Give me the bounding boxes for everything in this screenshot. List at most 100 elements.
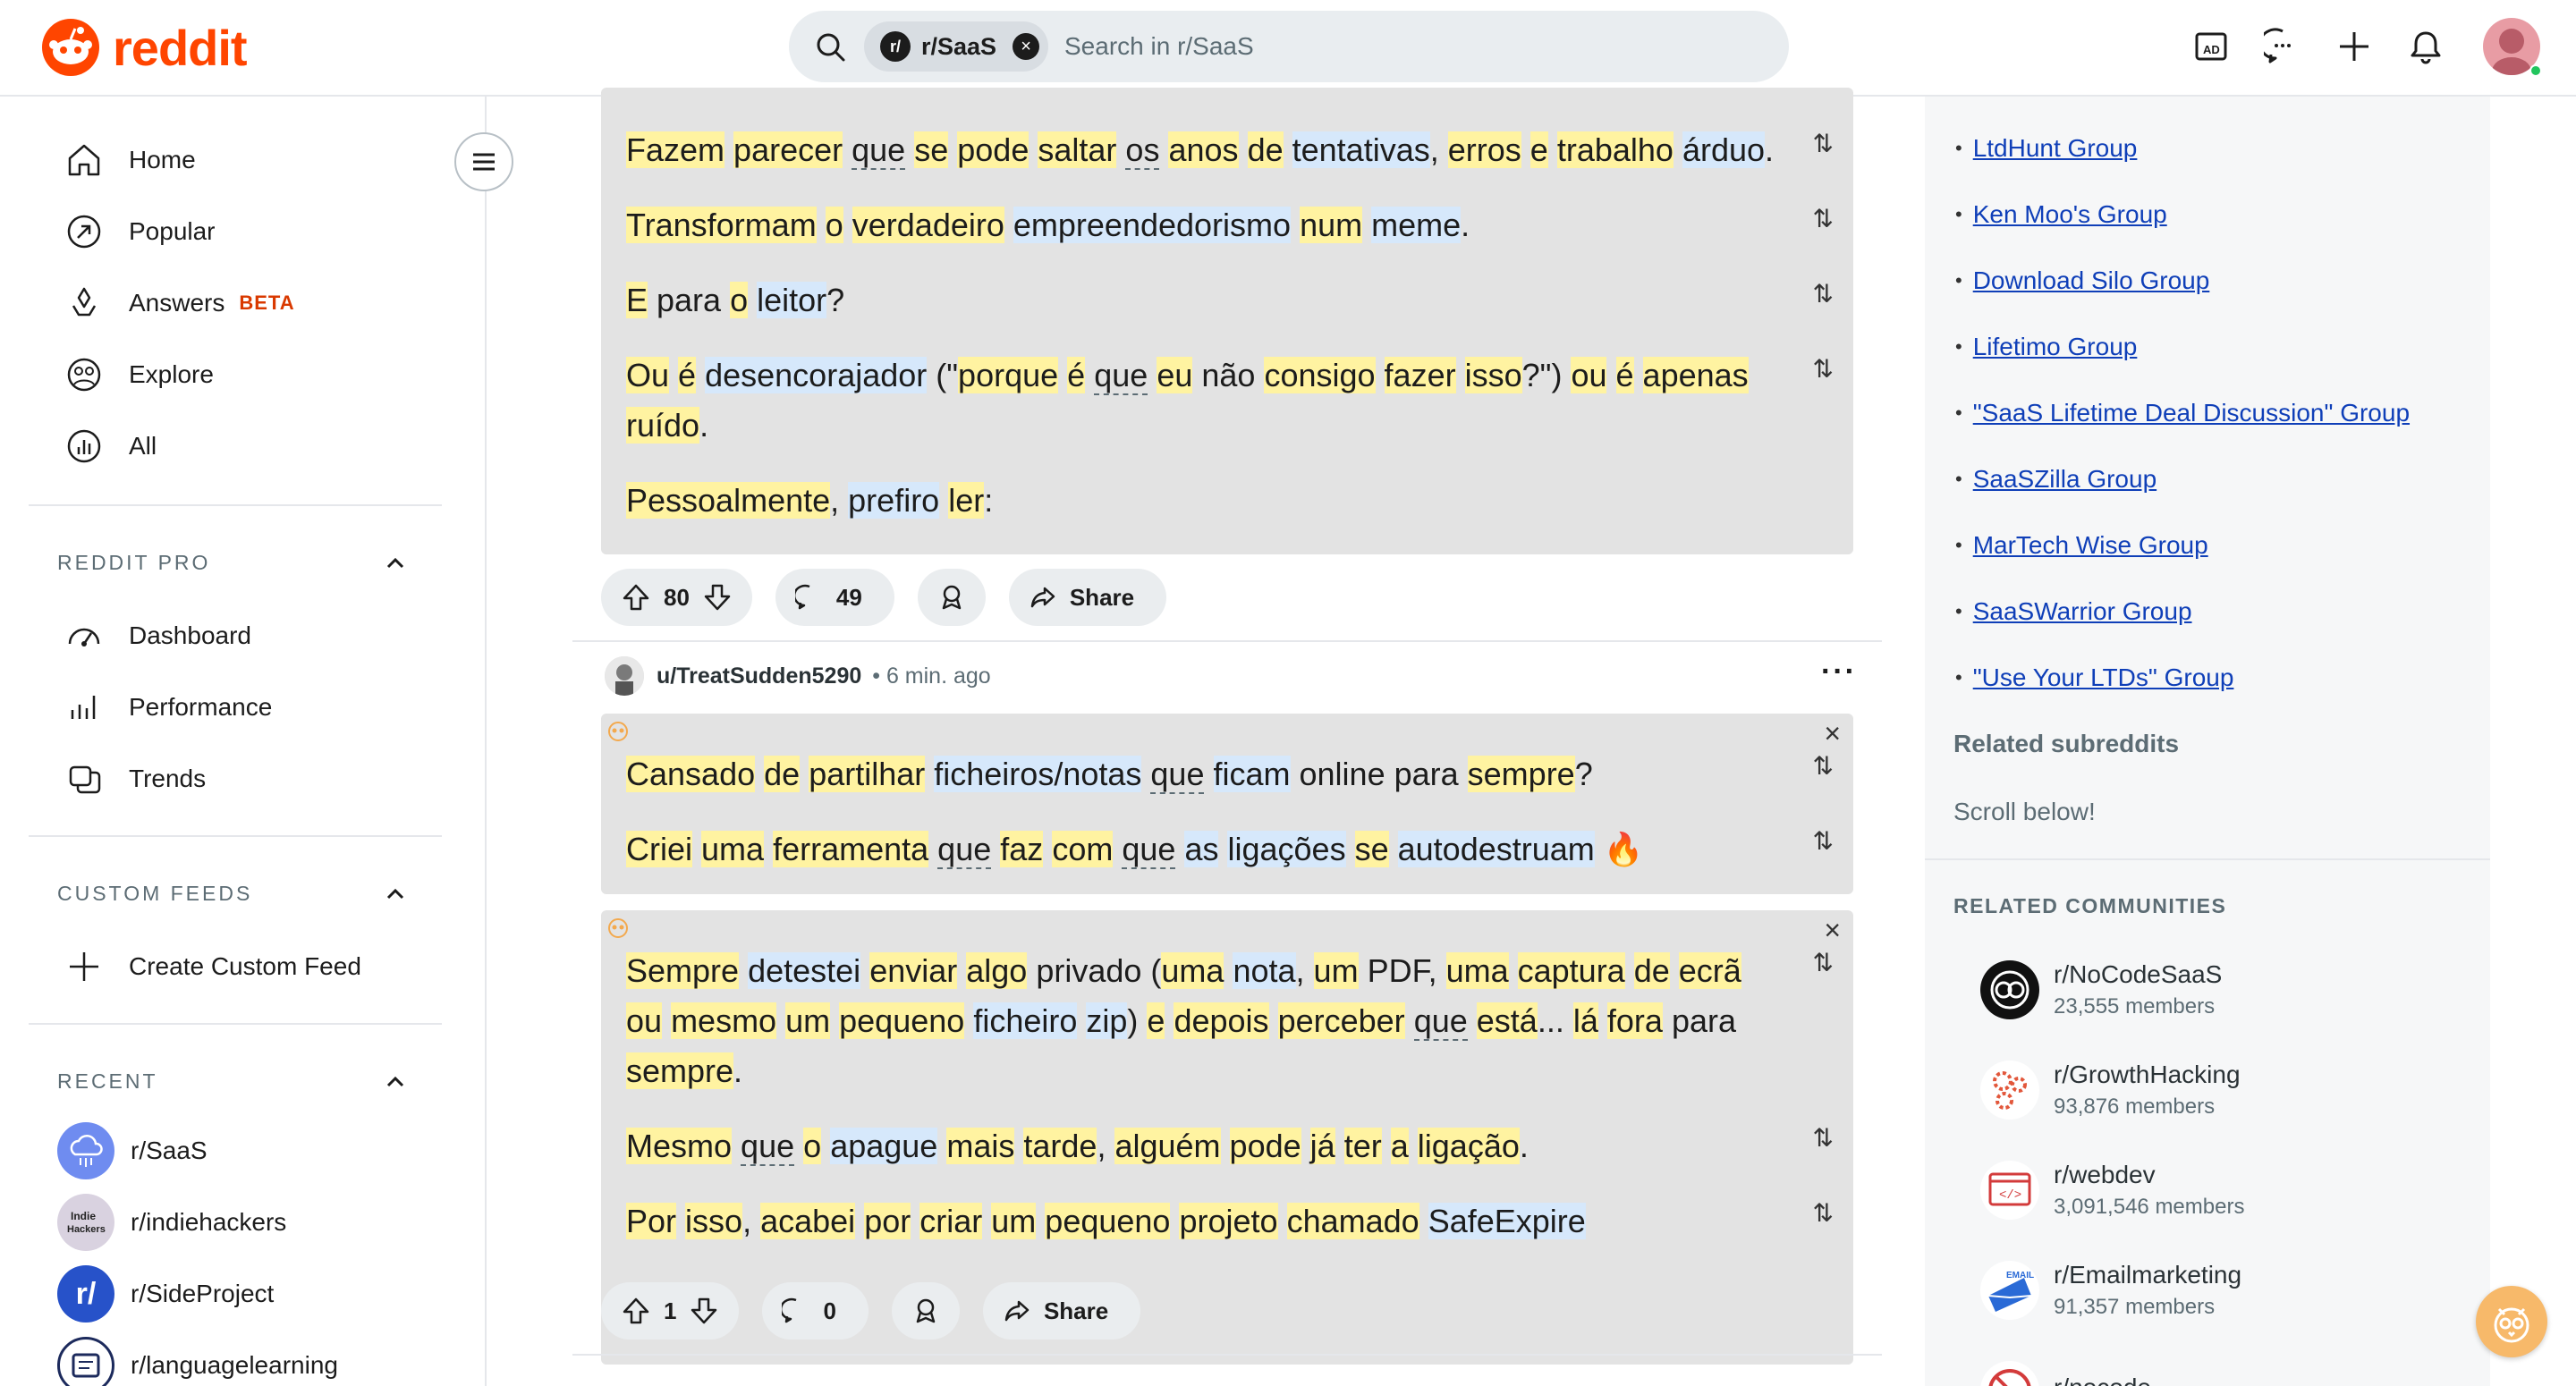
swap-icon[interactable]: ⇅ (1813, 751, 1834, 781)
swap-icon[interactable]: ⇅ (1813, 826, 1834, 856)
group-link[interactable]: • Download Silo Group (1955, 266, 2209, 295)
upvote-icon[interactable] (621, 582, 651, 613)
search-input[interactable]: Search in r/SaaS (1064, 32, 1254, 61)
community-item[interactable]: r/nocode (1980, 1361, 2151, 1386)
group-link-text[interactable]: SaaSWarrior Group (1973, 597, 2192, 626)
reddit-logo[interactable]: reddit (41, 18, 248, 77)
recent-languagelearning[interactable]: r/languagelearning (57, 1336, 338, 1386)
nav-all[interactable]: All (63, 424, 157, 469)
text-separator: (" (927, 357, 959, 393)
group-link-text[interactable]: "SaaS Lifetime Deal Discussion" Group (1973, 399, 2410, 427)
comments-button[interactable]: 0 (762, 1282, 869, 1340)
text-separator (1625, 952, 1634, 989)
text-separator (1405, 1002, 1414, 1039)
text-separator (1029, 131, 1038, 168)
group-link-text[interactable]: SaaSZilla Group (1973, 465, 2157, 494)
notifications-icon[interactable] (2402, 23, 2449, 70)
post-text-line: Por isso, acabei por criar um pequeno pr… (626, 1196, 1586, 1247)
translated-word: ecrã (1678, 952, 1741, 989)
group-link[interactable]: • Ken Moo's Group (1955, 200, 2167, 229)
group-link-text[interactable]: Download Silo Group (1973, 266, 2210, 295)
swap-icon[interactable]: ⇅ (1813, 279, 1834, 308)
award-button[interactable] (917, 569, 986, 626)
group-link-text[interactable]: Lifetimo Group (1973, 333, 2138, 361)
community-item[interactable]: r/NoCodeSaaS 23,555 members (1980, 960, 2222, 1019)
text-separator: 🔥 (1594, 831, 1644, 867)
chevron-up-icon[interactable] (383, 882, 408, 907)
text-separator (937, 1128, 946, 1164)
downvote-icon[interactable] (689, 1296, 719, 1326)
owl-icon (2494, 1307, 2529, 1343)
swap-icon[interactable]: ⇅ (1813, 1198, 1834, 1228)
group-link[interactable]: • LtdHunt Group (1955, 134, 2137, 163)
swap-icon[interactable]: ⇅ (1813, 204, 1834, 233)
nav-home-label: Home (129, 146, 196, 173)
comments-button[interactable]: 49 (775, 569, 894, 626)
community-item[interactable]: </> r/webdev 3,091,546 members (1980, 1161, 2244, 1220)
swap-icon[interactable]: ⇅ (1813, 354, 1834, 384)
swap-icon[interactable]: ⇅ (1813, 1123, 1834, 1153)
bullet: • (1955, 203, 1962, 225)
translated-word: árduo (1682, 131, 1766, 168)
share-button[interactable]: Share (982, 1282, 1141, 1340)
nav-popular[interactable]: Popular (63, 209, 216, 254)
group-link-text[interactable]: "Use Your LTDs" Group (1973, 663, 2234, 692)
nav-home[interactable]: Home (63, 138, 196, 182)
recent-sideproject-label: r/SideProject (131, 1280, 275, 1307)
group-link[interactable]: • SaaSWarrior Group (1955, 597, 2192, 626)
translated-word: ruído (626, 407, 700, 444)
close-icon[interactable]: × (1013, 33, 1040, 60)
community-item[interactable]: r/GrowthHacking 93,876 members (1980, 1061, 2241, 1120)
downvote-icon[interactable] (702, 582, 733, 613)
search-bar[interactable]: r/ r/SaaS × Search in r/SaaS (789, 11, 1789, 82)
post-separator (572, 640, 1882, 642)
share-button[interactable]: Share (1008, 569, 1167, 626)
recent-indiehackers[interactable]: Indie Hackers r/indiehackers (57, 1193, 286, 1252)
group-link[interactable]: • "Use Your LTDs" Group (1955, 663, 2233, 692)
translate-assistant-button[interactable] (2476, 1286, 2547, 1357)
award-button[interactable] (891, 1282, 960, 1340)
group-link-text[interactable]: LtdHunt Group (1973, 134, 2138, 163)
recent-sideproject[interactable]: r/ r/SideProject (57, 1264, 274, 1323)
group-link[interactable]: • MarTech Wise Group (1955, 531, 2208, 560)
more-options-icon[interactable]: ··· (1821, 655, 1857, 689)
create-custom-feed[interactable]: Create Custom Feed (63, 944, 361, 989)
upvote-icon[interactable] (621, 1296, 651, 1326)
nav-trends[interactable]: Trends (63, 756, 206, 801)
top-header: reddit r/ r/SaaS × Search in r/SaaS AD (0, 0, 2576, 97)
recent-saas[interactable]: r/SaaS (57, 1121, 208, 1180)
close-icon[interactable]: × (1824, 914, 1841, 947)
group-link-text[interactable]: MarTech Wise Group (1973, 531, 2208, 560)
text-separator (1409, 1128, 1418, 1164)
nav-performance[interactable]: Performance (63, 685, 272, 730)
community-item[interactable]: EMAIL r/Emailmarketing 91,357 members (1980, 1261, 2241, 1320)
text-separator (1159, 131, 1168, 168)
text-separator (1113, 831, 1122, 867)
group-link-text[interactable]: Ken Moo's Group (1973, 200, 2167, 229)
nav-dashboard[interactable]: Dashboard (63, 613, 251, 658)
sidebar-collapse-button[interactable] (454, 132, 513, 191)
close-icon[interactable]: × (1824, 717, 1841, 750)
advertise-icon[interactable]: AD (2188, 23, 2234, 70)
reddit-snoo-icon (42, 19, 99, 76)
translated-word: projeto (1179, 1203, 1278, 1239)
swap-icon[interactable]: ⇅ (1813, 129, 1834, 158)
text-separator (911, 1203, 919, 1239)
nav-answers[interactable]: Answers BETA (63, 281, 295, 325)
swap-icon[interactable]: ⇅ (1813, 948, 1834, 977)
group-link[interactable]: • Lifetimo Group (1955, 333, 2137, 361)
post-author[interactable]: u/TreatSudden5290 • 6 min. ago (605, 656, 991, 696)
chevron-up-icon[interactable] (383, 1069, 408, 1094)
chevron-up-icon[interactable] (383, 551, 408, 576)
translated-word: parecer (733, 131, 843, 168)
menu-icon (473, 153, 495, 171)
nav-explore[interactable]: Explore (63, 352, 214, 397)
chat-icon[interactable] (2259, 23, 2306, 70)
create-post-icon[interactable] (2331, 23, 2377, 70)
search-community-chip[interactable]: r/ r/SaaS × (864, 21, 1048, 72)
text-separator: . (1765, 131, 1775, 168)
group-link[interactable]: • "SaaS Lifetime Deal Discussion" Group (1955, 399, 2410, 427)
group-link[interactable]: • SaaSZilla Group (1955, 465, 2157, 494)
author-name[interactable]: u/TreatSudden5290 (657, 663, 861, 689)
text-separator (1468, 1002, 1477, 1039)
